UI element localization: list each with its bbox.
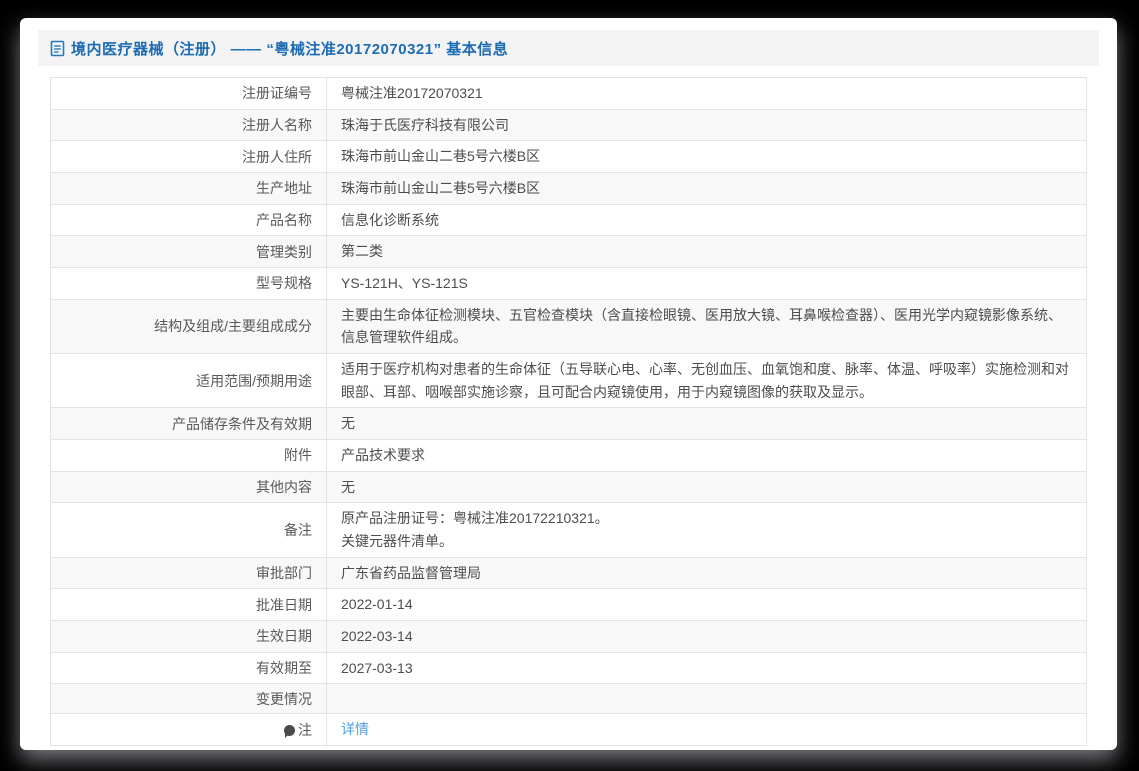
row-label: 生效日期: [50, 620, 327, 653]
row-value: 无: [326, 470, 1087, 504]
registration-table: 注册证编号 粤械注准20172070321 注册人名称 珠海于氏医疗科技有限公司…: [50, 77, 1087, 747]
row-value: 信息化诊断系统: [326, 203, 1087, 237]
row-label: 审批部门: [50, 556, 327, 590]
table-row: 注册人住所 珠海市前山金山二巷5号六楼B区: [50, 140, 1087, 174]
content-card: 境内医疗器械（注册） —— “粤械注准20172070321” 基本信息 注册证…: [20, 18, 1117, 750]
row-label-text: 型号规格: [256, 275, 312, 292]
row-label: 其他内容: [50, 470, 327, 504]
row-value: 原产品注册证号：粤械注准20172210321。 关键元器件清单。: [326, 502, 1087, 558]
row-label: 附件: [50, 439, 327, 472]
row-label: 结构及组成/主要组成成分: [50, 298, 327, 355]
row-value: 珠海市前山金山二巷5号六楼B区: [326, 140, 1087, 174]
row-value: 无: [326, 407, 1087, 441]
table-wrap: 注册证编号 粤械注准20172070321 注册人名称 珠海于氏医疗科技有限公司…: [50, 77, 1087, 747]
table-row: 附件 产品技术要求: [50, 439, 1087, 472]
row-label-text: 有效期至: [256, 660, 312, 677]
row-label-text: 结构及组成/主要组成成分: [154, 318, 312, 335]
table-row: 生产地址 珠海市前山金山二巷5号六楼B区: [50, 172, 1087, 205]
row-label: 注册人住所: [50, 140, 327, 174]
row-label: 注: [50, 713, 327, 747]
row-label: 注册人名称: [50, 108, 327, 142]
row-label: 有效期至: [50, 651, 327, 685]
table-row: 其他内容 无: [50, 470, 1087, 504]
row-label-text: 其他内容: [256, 479, 312, 496]
table-row: 批准日期 2022-01-14: [50, 588, 1087, 622]
row-value: 详情: [326, 713, 1087, 747]
table-row: 注 详情: [50, 713, 1087, 747]
registration-table-body: 注册证编号 粤械注准20172070321 注册人名称 珠海于氏医疗科技有限公司…: [50, 77, 1087, 747]
row-value: 主要由生命体征检测模块、五官检查模块（含直接检眼镜、医用放大镜、耳鼻喉检查器）、…: [326, 298, 1087, 355]
row-value: YS-121H、YS-121S: [326, 267, 1087, 300]
row-label-text: 生效日期: [256, 628, 312, 645]
page-title: 境内医疗器械（注册） —— “粤械注准20172070321” 基本信息: [71, 40, 509, 58]
row-label: 批准日期: [50, 588, 327, 622]
note-icon: [284, 724, 295, 738]
row-label: 变更情况: [50, 683, 327, 715]
detail-link[interactable]: 详情: [341, 721, 369, 737]
row-label-text: 变更情况: [256, 690, 312, 707]
row-label: 产品名称: [50, 203, 327, 237]
row-label-text: 备注: [284, 522, 312, 539]
table-row: 产品名称 信息化诊断系统: [50, 203, 1087, 237]
table-row: 结构及组成/主要组成成分 主要由生命体征检测模块、五官检查模块（含直接检眼镜、医…: [50, 298, 1087, 355]
row-label-text: 生产地址: [256, 180, 312, 197]
table-row: 审批部门 广东省药品监督管理局: [50, 556, 1087, 590]
row-label-text: 附件: [284, 447, 312, 464]
table-row: 管理类别 第二类: [50, 235, 1087, 269]
row-value: 产品技术要求: [326, 439, 1087, 472]
row-label-text: 产品名称: [256, 212, 312, 229]
row-label-text: 产品储存条件及有效期: [172, 415, 312, 432]
row-value: 2027-03-13: [326, 651, 1087, 685]
table-row: 注册证编号 粤械注准20172070321: [50, 77, 1087, 110]
table-row: 型号规格 YS-121H、YS-121S: [50, 267, 1087, 300]
row-value: 适用于医疗机构对患者的生命体征（五导联心电、心率、无创血压、血氧饱和度、脉率、体…: [326, 353, 1087, 409]
row-label: 生产地址: [50, 172, 327, 205]
row-label-text: 注册证编号: [242, 85, 312, 102]
row-label: 适用范围/预期用途: [50, 353, 327, 409]
row-label-text: 管理类别: [256, 243, 312, 260]
row-value: 珠海市前山金山二巷5号六楼B区: [326, 172, 1087, 205]
row-value: 2022-03-14: [326, 620, 1087, 653]
table-row: 适用范围/预期用途 适用于医疗机构对患者的生命体征（五导联心电、心率、无创血压、…: [50, 353, 1087, 409]
row-label-text: 注册人名称: [242, 117, 312, 133]
table-row: 产品储存条件及有效期 无: [50, 407, 1087, 441]
row-value: 珠海于氏医疗科技有限公司: [326, 108, 1087, 142]
table-row: 变更情况: [50, 683, 1087, 715]
document-icon: [50, 40, 65, 57]
table-row: 注册人名称 珠海于氏医疗科技有限公司: [50, 108, 1087, 142]
row-label-text: 注册人住所: [242, 148, 312, 165]
table-row: 备注 原产品注册证号：粤械注准20172210321。 关键元器件清单。: [50, 502, 1087, 558]
row-label: 产品储存条件及有效期: [50, 407, 327, 441]
row-value: 2022-01-14: [326, 588, 1087, 622]
row-label: 管理类别: [50, 235, 327, 269]
row-label-text: 注: [298, 721, 312, 738]
table-row: 生效日期 2022-03-14: [50, 620, 1087, 653]
row-label: 注册证编号: [50, 77, 327, 110]
row-value: [326, 683, 1087, 715]
row-value: 第二类: [326, 235, 1087, 269]
row-label-text: 批准日期: [256, 596, 312, 613]
row-label-text: 适用范围/预期用途: [196, 372, 312, 389]
table-row: 有效期至 2027-03-13: [50, 651, 1087, 685]
row-label: 备注: [50, 502, 327, 558]
row-value: 广东省药品监督管理局: [326, 556, 1087, 590]
row-label-text: 审批部门: [256, 565, 312, 582]
row-label: 型号规格: [50, 267, 327, 300]
row-value: 粤械注准20172070321: [326, 77, 1087, 110]
page-header: 境内医疗器械（注册） —— “粤械注准20172070321” 基本信息: [38, 30, 1099, 66]
